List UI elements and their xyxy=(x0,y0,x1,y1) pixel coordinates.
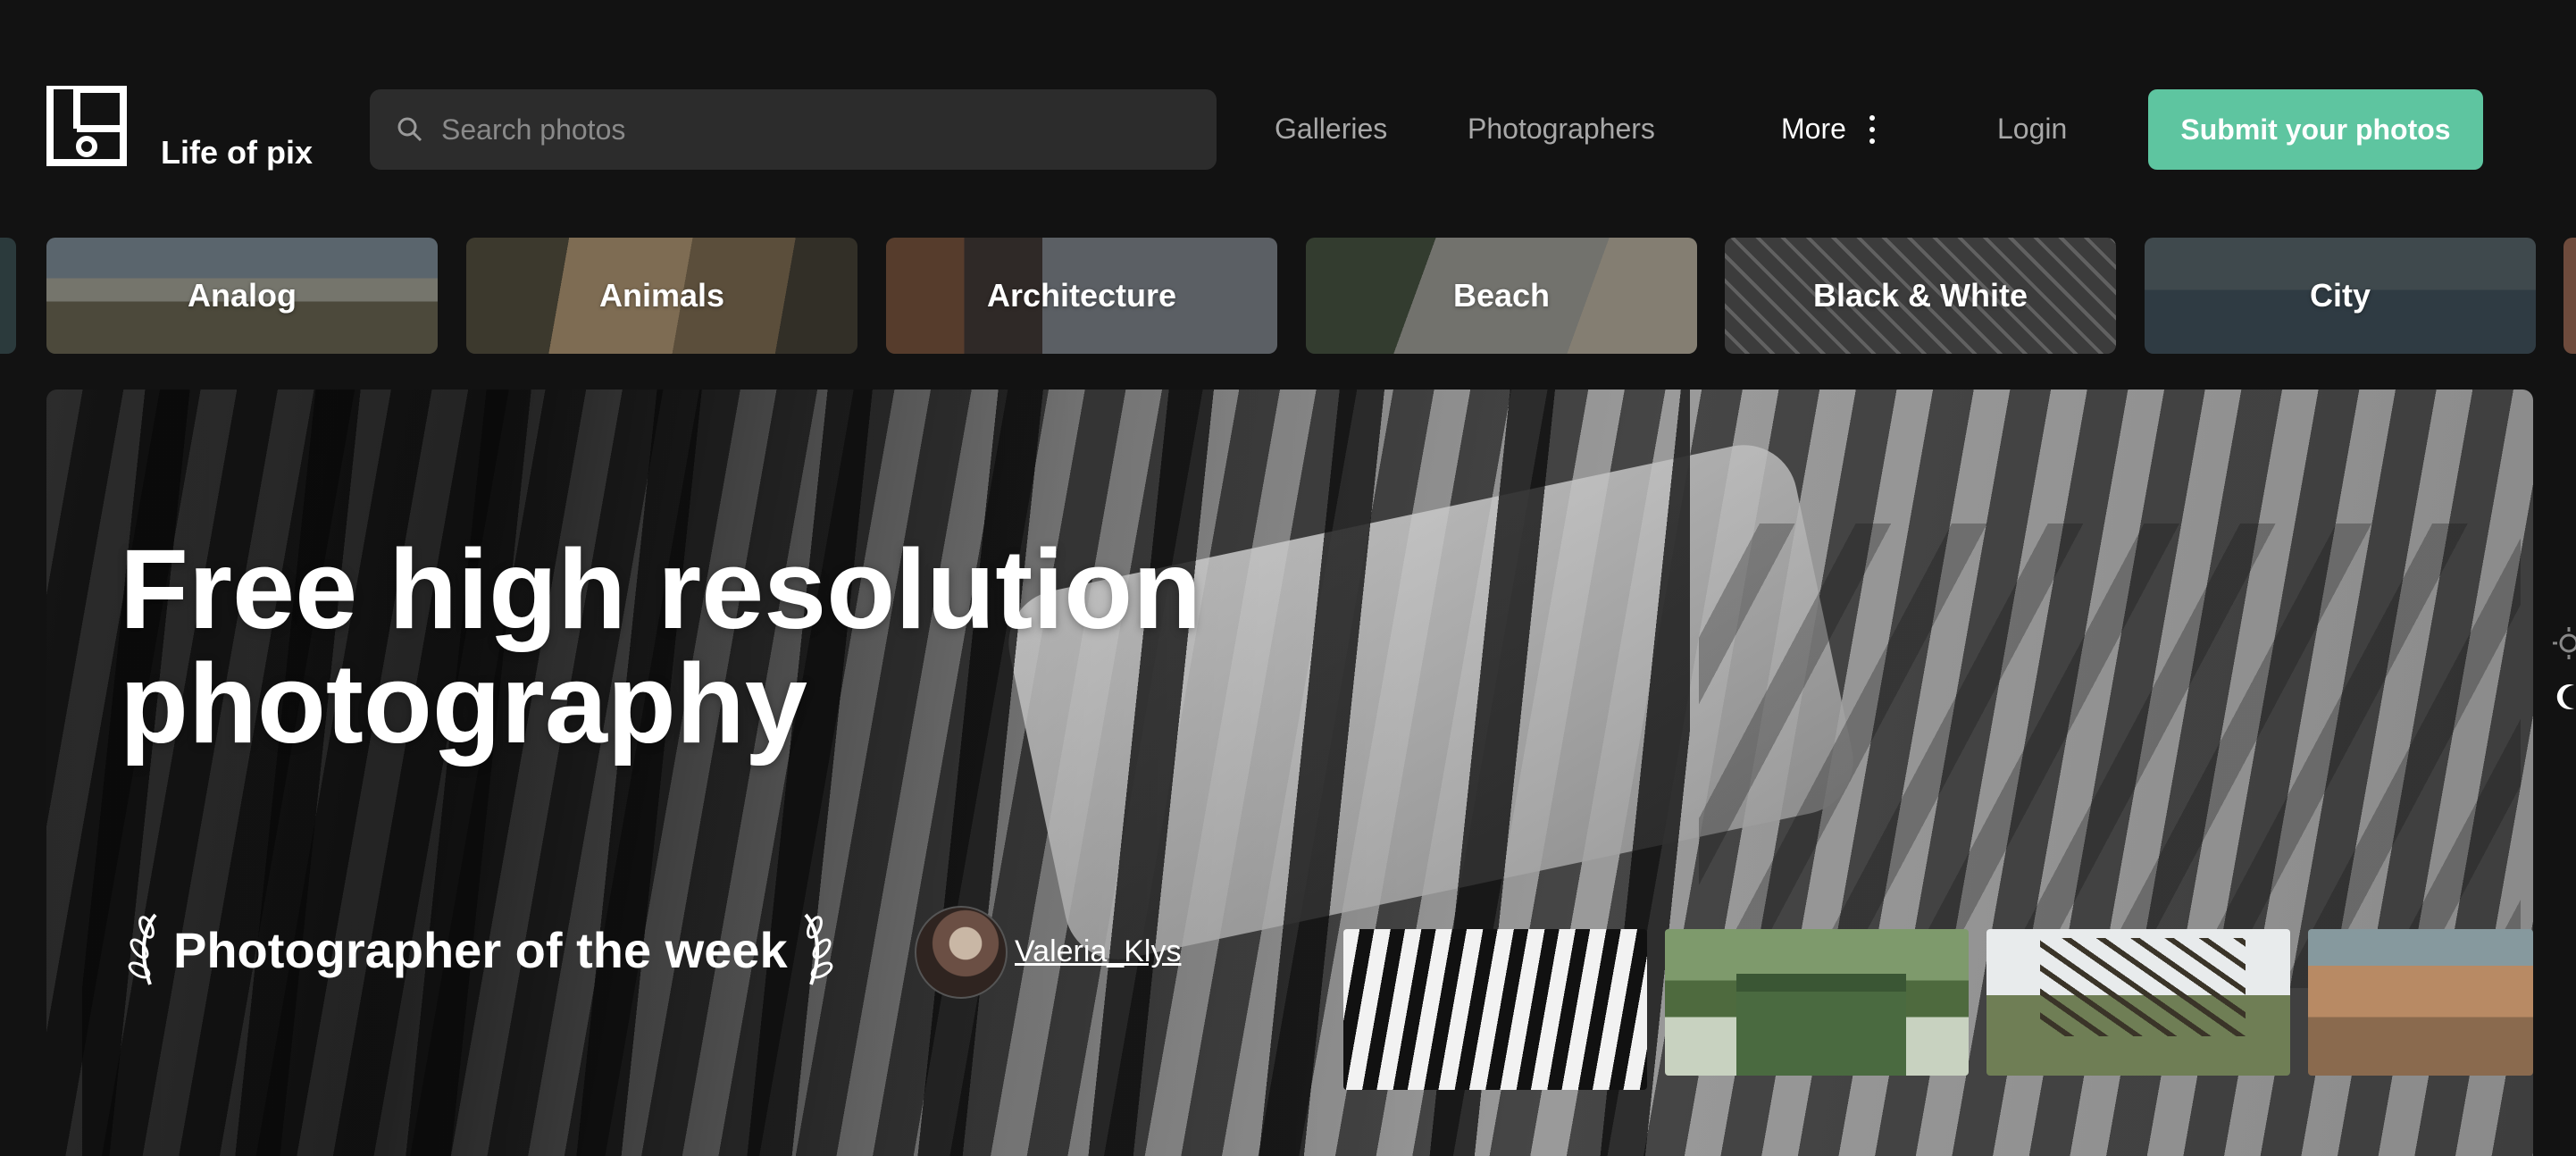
category-strip-right-edge xyxy=(2563,238,2576,354)
category-label: Architecture xyxy=(986,277,1177,314)
logo-icon[interactable] xyxy=(46,86,127,166)
category-label: Black & White xyxy=(1812,277,2028,314)
more-vertical-icon xyxy=(1869,114,1875,144)
hero-banner: Free high resolution photography Photogr… xyxy=(46,390,2533,1156)
category-city[interactable]: City xyxy=(2145,238,2536,354)
nav-more-label: More xyxy=(1781,113,1846,145)
potw-photo-thumbnail[interactable] xyxy=(1986,929,2290,1076)
category-beach[interactable]: Beach xyxy=(1306,238,1697,354)
hero-title-line1: Free high resolution xyxy=(120,526,1202,652)
category-strip-left-edge xyxy=(0,238,16,354)
category-black-white[interactable]: Black & White xyxy=(1725,238,2116,354)
photographer-avatar[interactable] xyxy=(915,906,1008,999)
nav-galleries[interactable]: Galleries xyxy=(1275,113,1387,146)
nav-login[interactable]: Login xyxy=(1997,113,2067,146)
photographer-of-the-week: Photographer of the week xyxy=(127,909,834,990)
search-input[interactable] xyxy=(439,112,1172,147)
potw-photo-thumbnail[interactable] xyxy=(1665,929,1969,1076)
sun-icon[interactable] xyxy=(2551,625,2576,661)
category-analog[interactable]: Analog xyxy=(46,238,438,354)
category-label: Beach xyxy=(1452,277,1551,314)
category-label: City xyxy=(2309,277,2371,314)
potw-photo-thumbnail[interactable] xyxy=(1343,929,1647,1090)
hero-title-line2: photography xyxy=(120,641,807,766)
category-label: Analog xyxy=(188,277,297,314)
brand-name[interactable]: Life of pix xyxy=(161,134,313,172)
submit-photos-button[interactable]: Submit your photos xyxy=(2148,89,2483,170)
laurel-left-icon xyxy=(128,913,157,985)
potw-label: Photographer of the week xyxy=(173,921,788,978)
theme-toggle[interactable] xyxy=(2551,625,2576,718)
moon-icon[interactable] xyxy=(2551,678,2576,714)
category-animals[interactable]: Animals xyxy=(466,238,857,354)
nav-more[interactable]: More xyxy=(1781,113,1875,146)
laurel-right-icon xyxy=(804,913,832,985)
potw-photo-thumbnail[interactable] xyxy=(2308,929,2533,1076)
category-architecture[interactable]: Architecture xyxy=(886,238,1277,354)
hero-title: Free high resolution photography xyxy=(120,532,1201,761)
photographer-name-link[interactable]: Valeria_Klys xyxy=(1015,934,1181,969)
search-icon xyxy=(397,117,422,142)
category-label: Animals xyxy=(598,277,725,314)
nav-photographers[interactable]: Photographers xyxy=(1468,113,1655,146)
search-bar[interactable] xyxy=(370,89,1217,170)
